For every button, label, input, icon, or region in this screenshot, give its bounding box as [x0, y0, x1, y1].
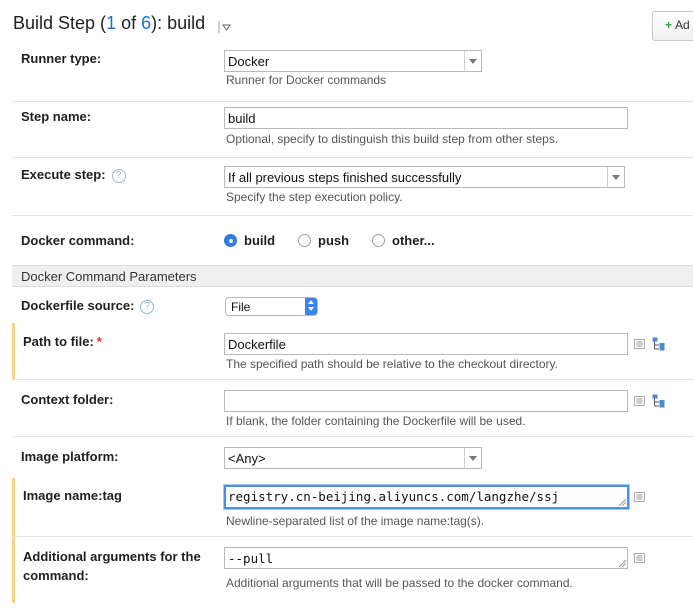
runner-type-hint: Runner for Docker commands: [226, 73, 387, 87]
image-name-tag-textarea[interactable]: registry.cn-beijing.aliyuncs.com/langzhe…: [224, 485, 629, 509]
add-build-step-button[interactable]: + Ad: [652, 11, 693, 41]
text-editor-icon[interactable]: [634, 552, 646, 564]
docker-command-label: Docker command:: [21, 233, 135, 248]
step-total-link[interactable]: 6: [141, 13, 151, 33]
radio-build[interactable]: build: [224, 233, 275, 248]
image-platform-label: Image platform:: [21, 449, 119, 464]
path-to-file-label: Path to file: *: [23, 334, 102, 349]
plus-icon: +: [665, 18, 673, 32]
page-header: Build Step (1 of 6): build + Ad: [0, 0, 693, 48]
radio-unselected-icon: [372, 234, 385, 247]
image-platform-select[interactable]: <Any>: [224, 447, 482, 469]
context-folder-label: Context folder:: [21, 392, 114, 407]
radio-selected-icon: [224, 234, 237, 247]
text-editor-icon[interactable]: [634, 491, 646, 503]
text-editor-icon[interactable]: [634, 395, 646, 407]
additional-args-label-line1: Additional arguments for the: [23, 549, 201, 564]
chevron-down-icon: [464, 51, 481, 71]
help-icon[interactable]: ?: [111, 169, 126, 183]
tree-picker-icon[interactable]: [652, 337, 666, 351]
dockerfile-source-row: Dockerfile source:?: [12, 287, 693, 322]
radio-other[interactable]: other...: [372, 233, 435, 248]
chevron-down-icon: [464, 448, 481, 468]
context-folder-hint: If blank, the folder containing the Dock…: [226, 414, 526, 428]
step-name-input[interactable]: build: [224, 107, 628, 129]
help-icon[interactable]: ?: [140, 300, 155, 314]
step-name-label: Step name:: [21, 109, 92, 124]
chevron-down-icon: [607, 167, 624, 187]
dockerfile-source-select[interactable]: File: [225, 297, 318, 316]
dockerfile-source-label: Dockerfile source:?: [21, 298, 155, 314]
tree-picker-icon[interactable]: [652, 394, 666, 408]
step-current-link[interactable]: 1: [106, 13, 116, 33]
image-name-tag-label: Image name:tag: [23, 488, 122, 503]
execute-step-label: Execute step:?: [21, 167, 126, 183]
resize-handle-icon[interactable]: [619, 560, 626, 567]
execute-step-hint: Specify the step execution policy.: [226, 190, 403, 204]
text-editor-icon[interactable]: [634, 338, 646, 350]
runner-type-label: Runner type:: [21, 51, 102, 66]
execute-step-select[interactable]: If all previous steps finished successfu…: [224, 166, 625, 188]
section-header: Docker Command Parameters: [12, 265, 693, 287]
additional-args-hint: Additional arguments that will be passed…: [226, 576, 573, 590]
radio-push[interactable]: push: [298, 233, 349, 248]
radio-unselected-icon: [298, 234, 311, 247]
additional-args-label-line2: command:: [23, 568, 89, 583]
additional-args-textarea[interactable]: --pull: [224, 547, 628, 569]
context-folder-input[interactable]: [224, 390, 628, 412]
page-title: Build Step (1 of 6): build: [13, 13, 206, 33]
path-to-file-input[interactable]: Dockerfile: [224, 333, 628, 355]
step-name-hint: Optional, specify to distinguish this bu…: [226, 132, 559, 146]
path-to-file-hint: The specified path should be relative to…: [226, 357, 558, 371]
required-marker: *: [96, 334, 102, 349]
docker-command-row: Docker command:: [12, 216, 693, 265]
runner-type-select[interactable]: Docker: [224, 50, 482, 72]
chevron-updown-icon: [305, 298, 317, 315]
resize-handle-icon[interactable]: [619, 499, 626, 506]
image-name-tag-hint: Newline-separated list of the image name…: [226, 514, 485, 528]
caret-down-icon[interactable]: [218, 20, 232, 34]
